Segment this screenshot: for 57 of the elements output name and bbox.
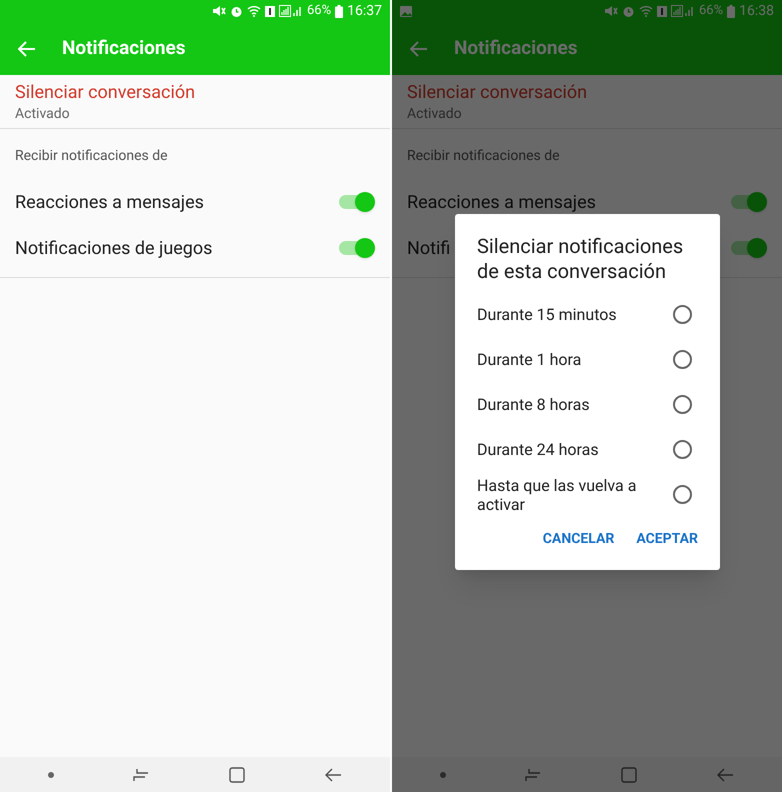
radio-button[interactable] bbox=[673, 305, 692, 324]
alarm-icon bbox=[622, 4, 635, 18]
section-header: Recibir notificaciones de bbox=[406, 147, 561, 166]
setting-value: Activado bbox=[15, 105, 71, 123]
radio-option[interactable]: Durante 15 minutos bbox=[455, 292, 720, 337]
alarm-icon bbox=[230, 4, 243, 18]
wifi-icon bbox=[246, 5, 261, 17]
toggle-label: Notifi bbox=[407, 236, 450, 260]
battery-percentage: 66% bbox=[306, 2, 332, 20]
toggle-label: Reacciones a mensajes bbox=[15, 190, 204, 214]
wifi-icon bbox=[638, 5, 653, 17]
radio-option[interactable]: Durante 1 hora bbox=[455, 337, 720, 382]
dialog-button[interactable]: ACEPTAR bbox=[628, 525, 706, 554]
setting-title: Silenciar conversación bbox=[407, 81, 588, 105]
toggle-switch[interactable] bbox=[731, 192, 767, 212]
toggle-switch[interactable] bbox=[339, 238, 375, 258]
clock-time: 16:38 bbox=[739, 2, 774, 20]
back-icon[interactable] bbox=[324, 768, 342, 782]
radio-button[interactable] bbox=[673, 485, 692, 504]
back-arrow-icon[interactable] bbox=[410, 40, 428, 56]
setting-value: Activado bbox=[407, 105, 463, 123]
dot-icon[interactable] bbox=[440, 772, 446, 778]
signal-icon bbox=[278, 5, 303, 17]
radio-option[interactable]: Durante 24 horas bbox=[455, 427, 720, 472]
home-icon[interactable] bbox=[620, 766, 637, 782]
app-bar-title: Notificaciones bbox=[62, 35, 186, 62]
section-header: Recibir notificaciones de bbox=[14, 147, 169, 166]
radio-button[interactable] bbox=[673, 440, 692, 459]
dialog-button[interactable]: CANCELAR bbox=[534, 525, 622, 554]
battery-icon bbox=[727, 4, 736, 18]
sim-icon bbox=[656, 6, 667, 16]
recent-apps-icon[interactable] bbox=[133, 768, 150, 782]
radio-option[interactable]: Durante 8 horas bbox=[455, 382, 720, 427]
sim-icon bbox=[264, 6, 275, 16]
home-icon[interactable] bbox=[228, 766, 245, 782]
battery-icon bbox=[335, 4, 344, 18]
mute-icon bbox=[212, 5, 226, 17]
app-bar-title: Notificaciones bbox=[454, 35, 578, 62]
toggle-switch[interactable] bbox=[339, 192, 375, 212]
picture-icon bbox=[400, 6, 412, 16]
toggle-label: Reacciones a mensajes bbox=[407, 190, 596, 214]
mute-setting[interactable]: Silenciar conversación Activado bbox=[0, 75, 390, 129]
clock-time: 16:37 bbox=[347, 2, 382, 20]
toggle-switch[interactable] bbox=[731, 238, 767, 258]
mute-icon bbox=[604, 5, 618, 17]
signal-icon bbox=[670, 5, 695, 17]
dialog-title: Silenciar notificaciones de esta conversación bbox=[476, 234, 684, 284]
battery-percentage: 66% bbox=[698, 2, 724, 20]
back-icon[interactable] bbox=[716, 768, 734, 782]
radio-button[interactable] bbox=[673, 395, 692, 414]
toggle-label: Notificaciones de juegos bbox=[15, 236, 212, 260]
radio-option[interactable]: Hasta que las vuelva a activar bbox=[455, 472, 720, 517]
back-arrow-icon[interactable] bbox=[18, 40, 36, 56]
radio-button[interactable] bbox=[673, 350, 692, 369]
recent-apps-icon[interactable] bbox=[525, 768, 542, 782]
setting-title: Silenciar conversación bbox=[15, 81, 196, 105]
dot-icon[interactable] bbox=[48, 772, 54, 778]
